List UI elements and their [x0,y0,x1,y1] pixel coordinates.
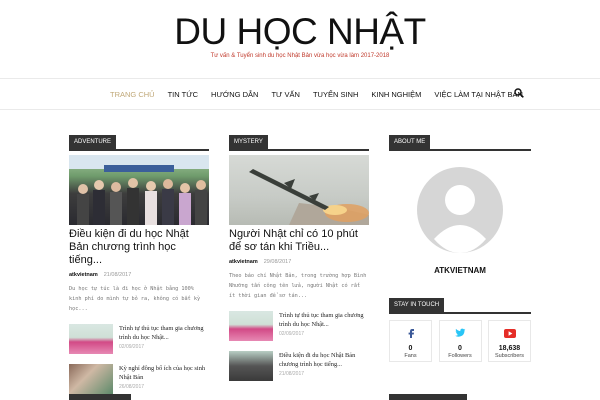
nav-item-guide[interactable]: HƯỚNG DẪN [211,90,258,99]
search-icon[interactable] [514,88,524,98]
site-tagline: Tư vấn & Tuyển sinh du học Nhật Bản vừa … [210,53,390,59]
article-title[interactable]: Điều kiện đi du học Nhật Bản chương trìn… [69,228,209,267]
featured-image[interactable] [69,155,209,225]
list-item-image[interactable] [229,311,273,341]
article-meta: atkvietnam 21/08/2017 [69,272,209,278]
list-item-title[interactable]: Trình tự thủ tục tham gia chương trình d… [279,311,369,329]
nav-item-home[interactable]: TRANG CHỦ [110,90,155,99]
article-author[interactable]: atkvietnam [69,272,98,278]
list-item-image[interactable] [69,364,113,394]
list-item-title[interactable]: Trình tự thủ tục tham gia chương trình d… [119,324,209,342]
block-divider [389,312,531,314]
site-logo[interactable]: DU HỌC NHẬT [0,12,600,52]
article-date: 21/08/2017 [103,272,132,278]
list-item-image[interactable] [229,351,273,381]
followers-label: Followers [448,353,472,359]
article-excerpt: Du học tự túc là đi học ở Nhật bằng 100%… [69,286,201,312]
youtube-counter[interactable]: 18,638 Subscribers [488,320,531,362]
nav-item-news[interactable]: TIN TỨC [168,90,198,99]
twitter-counter[interactable]: 0 Followers [438,320,482,362]
block-label[interactable]: ABOUT ME [389,135,431,149]
block-divider [69,149,209,151]
next-block-label[interactable] [389,394,467,400]
article-author[interactable]: atkvietnam [229,259,258,265]
list-item-date: 02/09/2017 [279,331,305,337]
list-item[interactable]: Kỳ nghỉ đông bổ ích của học sinh Nhật Bả… [69,364,209,394]
adventure-block: ADVENTURE Điều kiện đi du học Nhật Bản c… [69,130,209,394]
list-item-title[interactable]: Kỳ nghỉ đông bổ ích của học sinh Nhật Bả… [119,364,209,382]
next-block-label[interactable] [69,394,131,400]
nav-item-consult[interactable]: TƯ VẤN [271,90,300,99]
facebook-icon [408,329,414,338]
featured-image[interactable] [229,155,369,225]
article-excerpt: Theo báo chí Nhật Bản, trong trường hợp … [229,273,367,299]
nav-item-admission[interactable]: TUYỂN SINH [313,90,358,99]
fans-label: Fans [404,353,417,359]
block-label[interactable]: STAY IN TOUCH [389,298,445,312]
block-label[interactable]: MYSTERY [229,135,268,149]
list-item-date: 26/08/2017 [119,384,145,390]
followers-count: 0 [458,345,462,352]
subscribers-count: 18,638 [498,345,521,352]
list-item-date: 21/08/2017 [279,371,305,377]
mystery-block: MYSTERY Người Nhật chỉ có 10 phút để sơ … [229,130,369,381]
main-nav: TRANG CHỦ TIN TỨC HƯỚNG DẪN TƯ VẤN TUYỂN… [0,78,600,110]
avatar[interactable] [389,157,531,262]
article-meta: atkvietnam 29/08/2017 [229,259,369,265]
list-item-title[interactable]: Điều kiện đi du học Nhật Bản chương trìn… [279,351,369,369]
facebook-counter[interactable]: 0 Fans [389,320,432,362]
list-item-date: 02/09/2017 [119,344,145,350]
site-header: DU HỌC NHẬT Tư vấn & Tuyển sinh du học N… [0,0,600,78]
list-item[interactable]: Điều kiện đi du học Nhật Bản chương trìn… [229,351,369,381]
youtube-icon [503,329,516,338]
list-item-image[interactable] [69,324,113,354]
social-counters: 0 Fans 0 Followers 18,638 Subscribers [389,320,531,362]
fans-count: 0 [408,345,413,352]
block-divider [229,149,369,151]
article-title[interactable]: Người Nhật chỉ có 10 phút để sơ tán khi … [229,228,369,254]
block-label[interactable]: ADVENTURE [69,135,117,149]
list-item[interactable]: Trình tự thủ tục tham gia chương trình d… [69,324,209,354]
author-name[interactable]: ATKVIETNAM [389,266,531,275]
article-date: 29/08/2017 [263,259,292,265]
twitter-icon [454,328,465,337]
block-divider [389,149,531,151]
nav-item-experience[interactable]: KINH NGHIỆM [371,90,421,99]
subscribers-label: Subscribers [494,353,525,359]
sidebar: ABOUT ME ATKVIETNAM STAY IN TOUCH 0 Fans… [389,130,531,362]
user-avatar-icon [417,166,503,253]
nav-item-jobs[interactable]: VIỆC LÀM TẠI NHẬT BẢN [434,90,523,99]
list-item[interactable]: Trình tự thủ tục tham gia chương trình d… [229,311,369,341]
